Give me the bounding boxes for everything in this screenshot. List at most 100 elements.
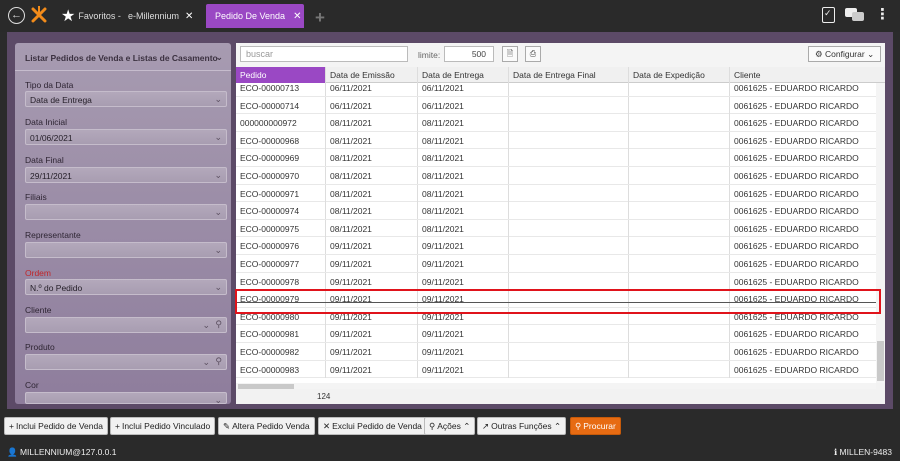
procurar-button[interactable]: ⚲ Procurar xyxy=(570,417,621,435)
limit-label: limite: xyxy=(418,50,441,60)
table-cell xyxy=(629,167,730,184)
table-cell: 000000000972 xyxy=(236,114,326,132)
export-file-icon[interactable]: 🗎 xyxy=(502,46,518,62)
table-row[interactable]: ECO-00000981 09/11/2021 09/11/2021 0061625 … xyxy=(236,325,876,343)
close-icon[interactable]: ✕ xyxy=(185,11,193,22)
table-row[interactable]: ECO-00000982 09/11/2021 09/11/2021 0061625 … xyxy=(236,343,876,361)
outras-funcoes-button[interactable]: ↗ Outras Funções ⌃ xyxy=(477,417,567,435)
table-cell: 08/11/2021 xyxy=(326,167,418,184)
table-row[interactable]: ECO-00000975 08/11/2021 08/11/2021 0061625 … xyxy=(236,219,876,238)
table-cell xyxy=(629,272,730,290)
data-inicial-field[interactable]: 01/06/2021 ⌄ xyxy=(25,129,227,145)
chevron-down-icon: ⌄ xyxy=(202,320,210,330)
tab-pedido-de-venda[interactable]: Pedido De Venda ✕ xyxy=(206,4,304,28)
edit-icon: ✎ xyxy=(223,421,231,431)
filiais-select[interactable]: ⌄ xyxy=(25,204,227,220)
status-user-text: MILLENNIUM@127.0.0.1 xyxy=(19,447,117,457)
search-icon[interactable]: ⚲ xyxy=(215,319,222,330)
table-cell: ECO-00000982 xyxy=(236,343,326,360)
table-cell: 0061625 - EDUARDO RICARDO xyxy=(734,329,859,340)
table-cell: 0061625 - EDUARDO RICARDO xyxy=(734,259,859,269)
table-cell: 0061625 - EDUARDO RICARDO xyxy=(734,206,859,217)
exclui-pedido-button[interactable]: ✕ Exclui Pedido de Venda xyxy=(318,417,427,435)
table-cell: ECO-00000979 xyxy=(236,290,326,308)
chevron-down-icon: ⌄ xyxy=(214,94,222,104)
chevron-up-icon: ⌃ xyxy=(463,421,471,431)
tipo-data-select[interactable]: Data de Entrega ⌄ xyxy=(25,91,227,107)
column-header-cliente[interactable]: Cliente xyxy=(730,67,885,83)
acoes-button[interactable]: ⚲ Ações ⌃ xyxy=(424,417,476,435)
plus-icon: + xyxy=(9,421,14,431)
column-header-pedido[interactable]: Pedido xyxy=(236,67,326,83)
chevron-down-icon[interactable]: ⌄ xyxy=(215,52,223,63)
status-user: 👤 MILLENNIUM@127.0.0.1 xyxy=(7,447,116,458)
tab-emillennium[interactable]: e-Millennium ✕ xyxy=(122,5,199,27)
table-cell: 06/11/2021 xyxy=(326,83,418,96)
filter-panel-header[interactable]: Listar Pedidos de Venda e Listas de Casa… xyxy=(15,43,231,71)
chevron-down-icon: ⌄ xyxy=(214,207,222,217)
clipboard-check-icon[interactable] xyxy=(822,7,835,23)
table-cell: ECO-00000980 xyxy=(236,307,326,325)
close-icon[interactable]: ✕ xyxy=(293,11,301,22)
filter-panel: Listar Pedidos de Venda e Listas de Casa… xyxy=(15,43,231,405)
representante-select[interactable]: ⌄ xyxy=(25,242,227,258)
limit-input[interactable]: 500 xyxy=(444,46,494,62)
table-cell: ECO-00000977 xyxy=(236,255,326,272)
table-cell xyxy=(509,83,629,96)
produto-select[interactable]: ⌄ ⚲ xyxy=(25,354,227,370)
more-vertical-icon[interactable]: ⋮ xyxy=(875,7,890,22)
altera-pedido-button[interactable]: ✎ Altera Pedido Venda xyxy=(218,417,315,435)
cor-select[interactable]: ⌄ xyxy=(25,392,227,405)
record-count: 124 xyxy=(317,392,331,401)
print-icon[interactable]: ⎙ xyxy=(525,46,541,62)
column-header-expedicao[interactable]: Data de Expedição xyxy=(629,67,730,83)
table-cell xyxy=(509,219,629,237)
chat-icon[interactable] xyxy=(845,8,865,22)
cliente-select[interactable]: ⌄ ⚲ xyxy=(25,317,227,333)
table-row[interactable]: ECO-00000971 08/11/2021 08/11/2021 0061625 … xyxy=(236,184,876,203)
vertical-scrollbar[interactable] xyxy=(876,83,885,383)
tab-favoritos[interactable]: ★ Favoritos - xyxy=(55,5,127,27)
external-link-icon: ↗ xyxy=(482,421,490,431)
inclui-vinculado-button[interactable]: + Inclui Pedido Vinculado xyxy=(110,417,216,435)
table-cell: 08/11/2021 xyxy=(418,114,509,132)
table-row[interactable]: ECO-00000978 09/11/2021 09/11/2021 0061625 … xyxy=(236,272,876,291)
table-row[interactable]: ECO-00000983 09/11/2021 09/11/2021 0061625 … xyxy=(236,360,876,379)
table-cell xyxy=(509,167,629,184)
table-row[interactable]: ECO-00000974 08/11/2021 08/11/2021 0061625 … xyxy=(236,202,876,220)
table-cell xyxy=(509,237,629,255)
column-header-entrega[interactable]: Data de Entrega xyxy=(418,67,509,83)
search-input[interactable]: buscar xyxy=(240,46,408,62)
table-row[interactable]: ECO-00000968 08/11/2021 08/11/2021 0061625 … xyxy=(236,131,876,150)
grid-footer: 124 xyxy=(236,389,885,404)
table-cell: 08/11/2021 xyxy=(326,184,418,202)
table-row[interactable]: ECO-00000714 06/11/2021 06/11/2021 0061625 … xyxy=(236,96,876,115)
table-cell xyxy=(509,325,629,343)
column-header-emissao[interactable]: Data de Emissão xyxy=(326,67,418,83)
table-cell: 09/11/2021 xyxy=(418,237,509,255)
table-row[interactable]: ECO-00000713 06/11/2021 06/11/2021 0061625 … xyxy=(236,83,876,97)
table-cell: ECO-00000974 xyxy=(236,202,326,220)
tab-favoritos-label: Favoritos - xyxy=(78,11,121,21)
main-frame: Listar Pedidos de Venda e Listas de Casa… xyxy=(7,32,893,409)
representante-label: Representante xyxy=(25,230,81,240)
table-row[interactable]: ECO-00000976 09/11/2021 09/11/2021 0061625 … xyxy=(236,237,876,255)
table-row[interactable]: 000000000972 08/11/2021 08/11/2021 0061625 … xyxy=(236,114,876,132)
table-row[interactable]: ECO-00000969 08/11/2021 08/11/2021 0061625 … xyxy=(236,149,876,167)
table-cell xyxy=(509,96,629,114)
table-cell: 0061625 - EDUARDO RICARDO xyxy=(734,188,859,199)
ordem-select[interactable]: N.º do Pedido ⌄ xyxy=(25,279,227,295)
data-final-field[interactable]: 29/11/2021 ⌄ xyxy=(25,167,227,183)
table-row[interactable]: ECO-00000977 09/11/2021 09/11/2021 0061625 … xyxy=(236,255,876,273)
table-row[interactable]: ECO-00000979 09/11/2021 09/11/2021 0061625 … xyxy=(236,290,876,308)
inclui-pedido-button[interactable]: + Inclui Pedido de Venda xyxy=(4,417,108,435)
search-icon[interactable]: ⚲ xyxy=(215,356,222,367)
column-header-entrega-final[interactable]: Data de Entrega Final xyxy=(509,67,629,83)
back-icon[interactable]: ← xyxy=(8,7,25,24)
table-row[interactable]: ECO-00000970 08/11/2021 08/11/2021 0061625 … xyxy=(236,167,876,185)
table-cell: 08/11/2021 xyxy=(418,149,509,167)
configurar-button[interactable]: ⚙ Configurar ⌄ xyxy=(808,46,881,62)
add-tab-icon[interactable]: + xyxy=(315,8,325,28)
table-row[interactable]: ECO-00000980 09/11/2021 09/11/2021 0061625 … xyxy=(236,307,876,326)
table-cell xyxy=(509,131,629,149)
